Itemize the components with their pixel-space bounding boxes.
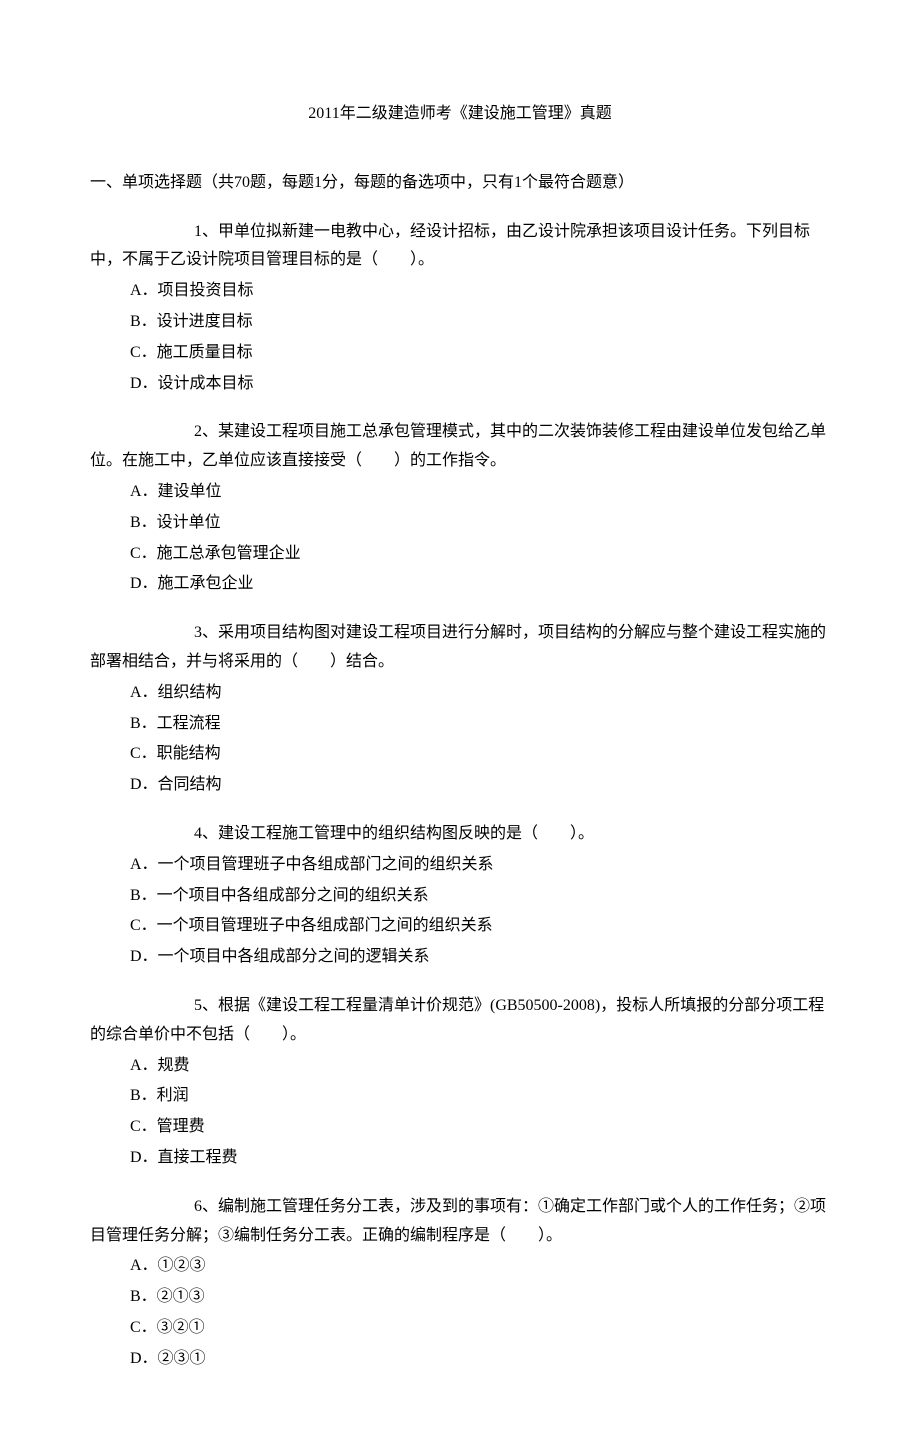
question-text: 3、采用项目结构图对建设工程项目进行分解时，项目结构的分解应与整个建设工程实施的… [90, 619, 830, 677]
option-d: D．施工承包企业 [90, 570, 830, 599]
option-c: C．管理费 [90, 1113, 830, 1142]
option-c: C．施工质量目标 [90, 339, 830, 368]
question-block-2: 2、某建设工程项目施工总承包管理模式，其中的二次装饰装修工程由建设单位发包给乙单… [90, 418, 830, 599]
section-header: 一、单项选择题（共70题，每题1分，每题的备选项中，只有1个最符合题意） [90, 169, 830, 198]
question-text: 1、甲单位拟新建一电教中心，经设计招标，由乙设计院承担该项目设计任务。下列目标中… [90, 218, 830, 276]
option-c: C．一个项目管理班子中各组成部门之间的组织关系 [90, 912, 830, 941]
question-block-6: 6、编制施工管理任务分工表，涉及到的事项有：①确定工作部门或个人的工作任务；②项… [90, 1193, 830, 1374]
option-b: B．一个项目中各组成部分之间的组织关系 [90, 882, 830, 911]
option-a: A．项目投资目标 [90, 277, 830, 306]
option-b: B．利润 [90, 1082, 830, 1111]
option-b: B．设计单位 [90, 509, 830, 538]
document-title: 2011年二级建造师考《建设施工管理》真题 [90, 100, 830, 129]
question-text: 2、某建设工程项目施工总承包管理模式，其中的二次装饰装修工程由建设单位发包给乙单… [90, 418, 830, 476]
option-c: C．职能结构 [90, 740, 830, 769]
option-d: D．直接工程费 [90, 1144, 830, 1173]
option-a: A．建设单位 [90, 478, 830, 507]
question-text: 5、根据《建设工程工程量清单计价规范》(GB50500-2008)，投标人所填报… [90, 992, 830, 1050]
option-d: D．②③① [90, 1345, 830, 1374]
option-c: C．施工总承包管理企业 [90, 540, 830, 569]
option-a: A．组织结构 [90, 679, 830, 708]
question-block-3: 3、采用项目结构图对建设工程项目进行分解时，项目结构的分解应与整个建设工程实施的… [90, 619, 830, 800]
option-a: A．规费 [90, 1052, 830, 1081]
option-b: B．设计进度目标 [90, 308, 830, 337]
question-block-5: 5、根据《建设工程工程量清单计价规范》(GB50500-2008)，投标人所填报… [90, 992, 830, 1173]
question-block-4: 4、建设工程施工管理中的组织结构图反映的是（ ）。 A．一个项目管理班子中各组成… [90, 820, 830, 972]
option-c: C．③②① [90, 1314, 830, 1343]
option-b: B．②①③ [90, 1283, 830, 1312]
option-d: D．设计成本目标 [90, 370, 830, 399]
option-a: A．一个项目管理班子中各组成部门之间的组织关系 [90, 851, 830, 880]
question-block-1: 1、甲单位拟新建一电教中心，经设计招标，由乙设计院承担该项目设计任务。下列目标中… [90, 218, 830, 399]
question-text: 4、建设工程施工管理中的组织结构图反映的是（ ）。 [90, 820, 830, 849]
option-d: D．一个项目中各组成部分之间的逻辑关系 [90, 943, 830, 972]
option-a: A．①②③ [90, 1252, 830, 1281]
option-d: D．合同结构 [90, 771, 830, 800]
question-text: 6、编制施工管理任务分工表，涉及到的事项有：①确定工作部门或个人的工作任务；②项… [90, 1193, 830, 1251]
option-b: B．工程流程 [90, 710, 830, 739]
